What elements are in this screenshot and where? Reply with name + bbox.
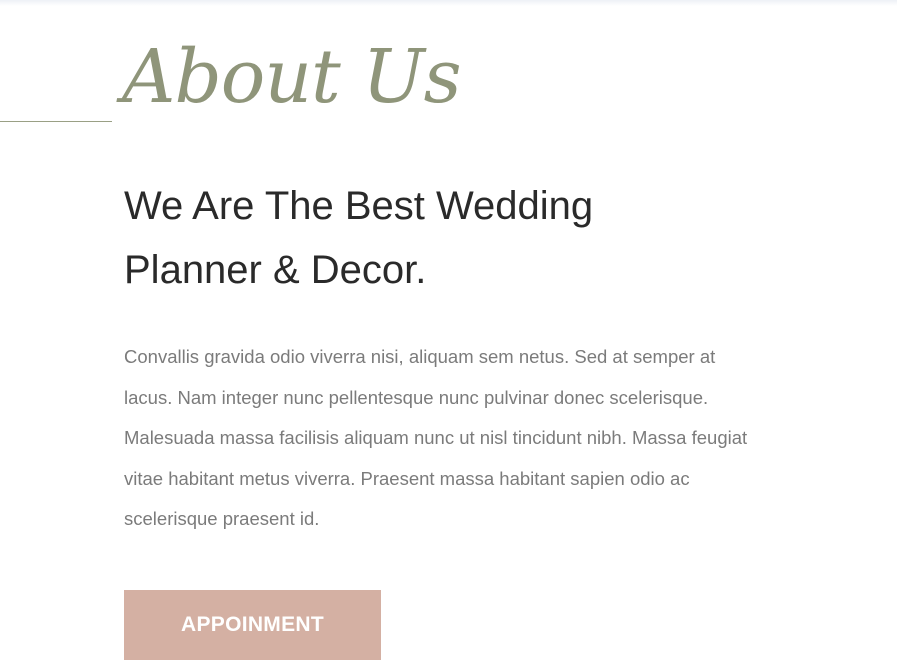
section-headline: We Are The Best Wedding Planner & Decor. <box>124 174 744 302</box>
top-band <box>0 0 897 6</box>
about-section: About Us We Are The Best Wedding Planner … <box>0 0 897 663</box>
headline-line-1: We Are The Best Wedding <box>124 184 594 228</box>
appointment-button[interactable]: APPOINMENT <box>124 590 381 660</box>
headline-line-2: Planner & Decor. <box>124 248 427 292</box>
section-script-title: About Us <box>122 34 462 120</box>
title-divider-line <box>0 121 112 122</box>
section-body-text: Convallis gravida odio viverra nisi, ali… <box>124 346 748 530</box>
